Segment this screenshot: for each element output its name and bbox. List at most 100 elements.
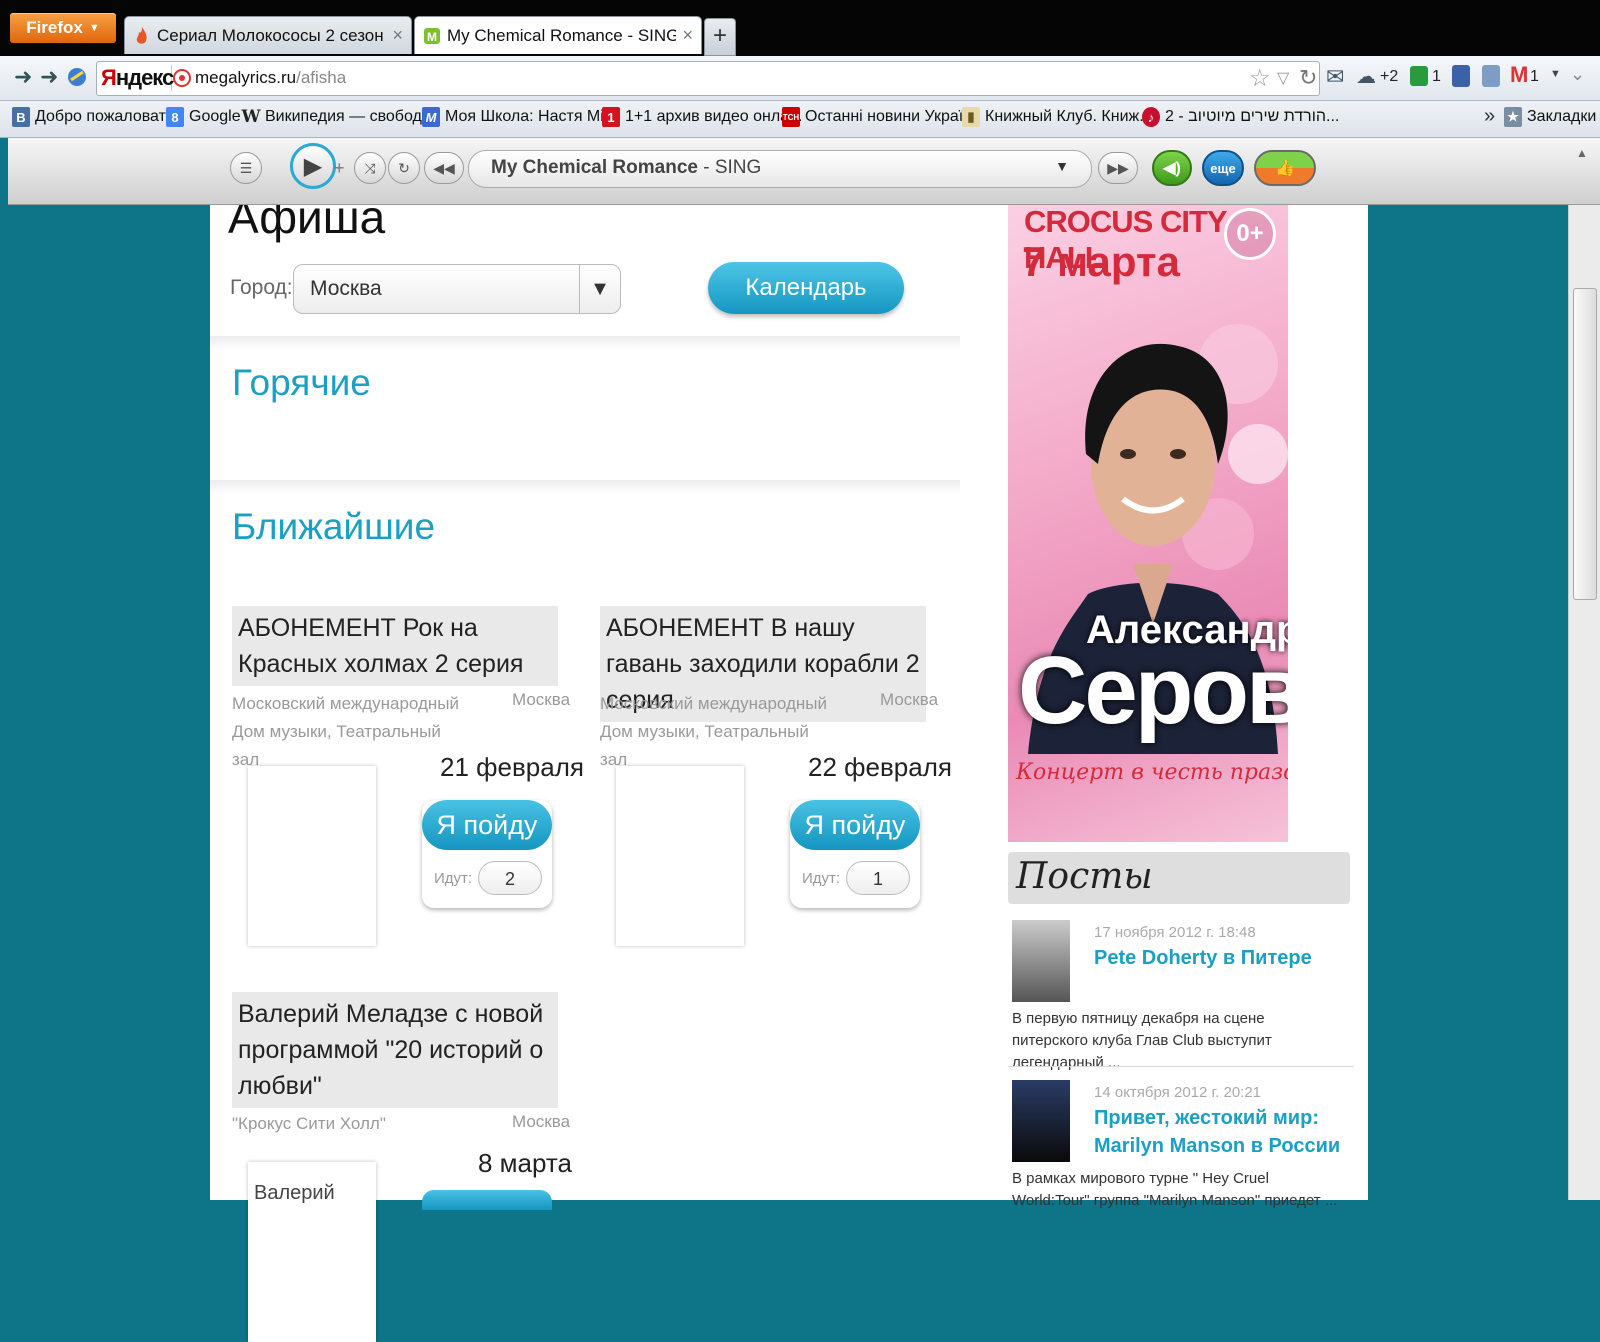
event-title-link[interactable]: АБОНЕМЕНТ Рок на Красных холмах 2 серия: [232, 606, 558, 686]
book-icon: ▮: [962, 107, 980, 127]
going-label: Идут:: [434, 870, 473, 887]
bookmark-star-icon[interactable]: ☆: [1249, 64, 1271, 93]
event-title-link[interactable]: Валерий Меладзе с новой программой "20 и…: [232, 992, 558, 1108]
posts-header: Посты: [1008, 852, 1350, 904]
url-host: megalyrics.ru: [195, 68, 297, 87]
bookmark-item[interactable]: B Добро пожаловать: [12, 107, 174, 127]
dropdown-arrow-icon[interactable]: ▼: [579, 265, 620, 313]
event-image-text: Валерий: [254, 1182, 335, 1204]
megalyrics-favicon-icon: M: [424, 27, 440, 44]
event-venue[interactable]: "Крокус Сити Холл": [232, 1110, 462, 1138]
next-track-icon[interactable]: ▶▶: [1098, 152, 1138, 184]
post-title-link[interactable]: Привет, жестокий мир: Marilyn Manson в Р…: [1094, 1104, 1344, 1160]
post-divider: [1008, 1066, 1354, 1067]
bookmark-item[interactable]: 1 1+1 архив видео онла...: [602, 107, 802, 127]
post-title-link[interactable]: Pete Doherty в Питере: [1094, 944, 1344, 972]
more-button[interactable]: еще: [1202, 150, 1244, 186]
forward-arrow-icon[interactable]: ➜: [40, 64, 58, 90]
bookmark-label: 1+1 архив видео онла...: [625, 108, 803, 125]
green-extension-icon[interactable]: [1410, 66, 1428, 86]
mail-icon[interactable]: ✉: [1326, 64, 1344, 90]
city-select[interactable]: Москва ▼: [293, 264, 621, 314]
close-tab-icon[interactable]: ×: [682, 25, 693, 46]
event-venue[interactable]: Московский международный Дом музыки, Теа…: [600, 690, 830, 774]
play-button[interactable]: ▶: [290, 143, 336, 189]
repeat-icon[interactable]: ↻: [388, 152, 420, 184]
cloud-icon[interactable]: ☁: [1356, 64, 1376, 89]
bookmark-label: Google: [189, 108, 241, 125]
now-playing-track[interactable]: My Chemical Romance - SING ▼: [468, 150, 1092, 188]
event-venue[interactable]: Московский международный Дом музыки, Теа…: [232, 690, 462, 774]
track-artist: My Chemical Romance: [491, 157, 698, 178]
like-dislike-icon[interactable]: 👍: [1254, 150, 1316, 186]
event-image[interactable]: Валерий: [248, 1162, 376, 1342]
firefox-menu-button[interactable]: Firefox ▼: [10, 13, 116, 43]
volume-icon[interactable]: ◀): [1152, 150, 1192, 186]
wikipedia-icon: W: [241, 107, 261, 127]
playlist-menu-icon[interactable]: ☰: [230, 152, 262, 184]
bookmark-item[interactable]: ♪ 2 - הורדת שירים מיוטיוב...: [1142, 107, 1339, 127]
url-text[interactable]: megalyrics.ru/afisha: [195, 68, 346, 88]
shuffle-icon[interactable]: ⤨: [354, 152, 386, 184]
firefox-menu-label: Firefox: [26, 18, 83, 37]
scrollbar-thumb[interactable]: [1573, 288, 1597, 600]
attend-button[interactable]: [422, 1190, 552, 1210]
event-image[interactable]: [248, 766, 376, 946]
attend-card: Я пойду Идут: 2: [422, 800, 552, 908]
svg-text:M: M: [427, 30, 437, 44]
tab-skins[interactable]: Сериал Молокососы 2 сезон Skins ... ×: [124, 16, 412, 54]
yandex-logo-rest: ндекс: [115, 65, 174, 90]
bookmark-label: Моя Школа: Настя Mi...: [445, 108, 618, 125]
bookmark-item[interactable]: TCH Останні новини Украї...: [782, 107, 977, 127]
reload-icon[interactable]: ↻: [1299, 65, 1317, 91]
section-divider: [210, 480, 960, 494]
google-icon: 8: [166, 107, 184, 127]
tab-title: My Chemical Romance - SING: [447, 25, 677, 45]
bookmark-item[interactable]: M Моя Школа: Настя Mi...: [422, 107, 617, 127]
gmail-icon[interactable]: M: [1510, 62, 1528, 88]
green-extension-count: 1: [1432, 68, 1441, 85]
poster-tagline: Концерт в честь праздника 8 марта!: [1016, 760, 1288, 785]
track-dropdown-icon[interactable]: ▼: [1055, 158, 1069, 174]
back-arrow-icon[interactable]: ➜: [14, 64, 32, 90]
site-favicon-icon: [173, 69, 191, 87]
vk-extension-icon[interactable]: [1452, 65, 1470, 87]
dropdown-arrow-icon: ▼: [88, 22, 100, 34]
new-tab-button[interactable]: +: [704, 18, 736, 56]
going-label: Идут:: [802, 870, 841, 887]
bookmark-item[interactable]: W Википедия — свобод...: [241, 107, 436, 127]
bookmarks-bar: B Добро пожаловать 8 Google W Википедия — с…: [0, 101, 1600, 138]
bookmark-label: Википедия — свобод...: [265, 108, 436, 125]
previous-track-icon[interactable]: ◀◀: [424, 152, 464, 184]
poster-date: 7 марта: [1022, 238, 1180, 285]
tab-my-chemical-romance[interactable]: M My Chemical Romance - SING ×: [414, 16, 702, 54]
url-path: /afisha: [296, 68, 347, 87]
attend-button[interactable]: Я пойду: [422, 800, 552, 850]
home-icon[interactable]: [66, 66, 88, 88]
social-extension-icon[interactable]: [1482, 65, 1500, 87]
close-tab-icon[interactable]: ×: [392, 25, 403, 46]
age-rating-badge: 0+: [1224, 208, 1276, 260]
now-playing-text: My Chemical Romance - SING: [491, 157, 761, 179]
concert-poster-ad[interactable]: CROCUS CITY HALL 7 марта 0+ Александр Се…: [1008, 204, 1288, 842]
post-thumbnail[interactable]: [1012, 1080, 1070, 1162]
bookmark-item[interactable]: ▮ Книжный Клуб. Книж...: [962, 107, 1153, 127]
upcoming-events-heading: Ближайшие: [232, 506, 436, 547]
menu-chevron-icon[interactable]: ⌄: [1570, 64, 1585, 85]
bookmarks-overflow-chevron-icon[interactable]: »: [1484, 105, 1495, 128]
calendar-button[interactable]: Календарь: [708, 262, 904, 314]
yandex-logo-first-letter: Я: [101, 65, 117, 90]
yandex-search-logo[interactable]: Яндекс: [101, 65, 174, 91]
event-image[interactable]: [616, 766, 744, 946]
bookmark-item[interactable]: 8 Google: [166, 107, 241, 127]
address-bar[interactable]: Яндекс megalyrics.ru/afisha ☆ ▽ ↻: [96, 61, 1320, 96]
page-scrollbar[interactable]: ▲: [1568, 138, 1600, 1200]
post-thumbnail[interactable]: [1012, 920, 1070, 1002]
bookmarks-menu[interactable]: ★ Закладки: [1504, 107, 1596, 127]
1plus1-icon: 1: [602, 107, 620, 127]
gmail-dropdown-icon[interactable]: ▼: [1550, 68, 1561, 80]
history-dropdown-icon[interactable]: ▽: [1277, 68, 1289, 88]
add-track-icon[interactable]: +: [334, 158, 345, 179]
scroll-up-arrow-icon[interactable]: ▲: [1576, 146, 1588, 160]
attend-button[interactable]: Я пойду: [790, 800, 920, 850]
